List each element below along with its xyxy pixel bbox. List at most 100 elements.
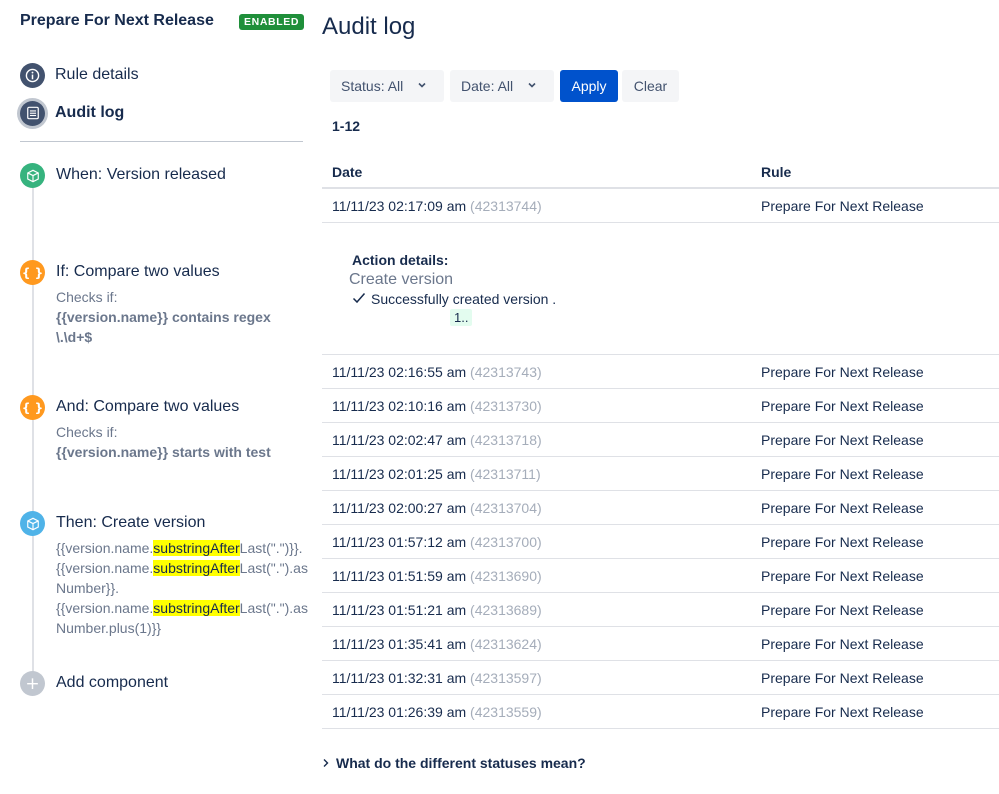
status-badge: ENABLED <box>239 14 304 30</box>
row-rule: Prepare For Next Release <box>761 636 924 652</box>
row-date: 11/11/23 01:51:21 am (42313689) <box>332 602 542 618</box>
row-id: (42313704) <box>470 500 542 516</box>
row-date: 11/11/23 01:26:39 am (42313559) <box>332 704 542 720</box>
braces-icon: { } <box>20 260 45 285</box>
action-status: Successfully created version . <box>352 291 556 307</box>
date-filter-label: Date: All <box>461 78 514 94</box>
component-description: Checks if: {{version.name}} starts with … <box>56 422 306 462</box>
component-trigger[interactable]: When: Version released <box>20 163 310 193</box>
sidebar-item-audit-log[interactable]: Audit log <box>20 100 124 126</box>
column-header-date: Date <box>332 164 363 180</box>
search-highlight: substringAfter <box>153 560 240 576</box>
row-rule: Prepare For Next Release <box>761 432 924 448</box>
row-rule: Prepare For Next Release <box>761 198 924 214</box>
row-id: (42313559) <box>470 704 542 720</box>
condition-text: {{version.name}} contains regex \.\d+$ <box>56 309 271 345</box>
table-row[interactable]: 11/11/23 01:35:41 am (42313624) Prepare … <box>322 627 999 661</box>
date-filter-dropdown[interactable]: Date: All <box>450 70 554 102</box>
divider <box>20 141 303 142</box>
row-id: (42313689) <box>470 602 542 618</box>
expression-line: {{version.name.substringAfterLast(".")}}… <box>56 540 303 556</box>
apply-button[interactable]: Apply <box>560 70 618 102</box>
component-action[interactable]: Then: Create version {{version.name.subs… <box>20 511 310 636</box>
audit-log-table: Date Rule 11/11/23 02:17:09 am (42313744… <box>322 154 999 729</box>
sidebar-item-label: Rule details <box>55 66 139 83</box>
component-expression: {{version.name.substringAfterLast(".")}}… <box>56 538 308 638</box>
search-highlight: substringAfter <box>153 540 240 556</box>
row-id: (42313718) <box>470 432 542 448</box>
table-row[interactable]: 11/11/23 02:16:55 am (42313743) Prepare … <box>322 355 999 389</box>
row-date: 11/11/23 02:00:27 am (42313704) <box>332 500 542 516</box>
row-id: (42313597) <box>470 670 542 686</box>
row-id: (42313700) <box>470 534 542 550</box>
component-title: Then: Create version <box>56 514 206 531</box>
package-icon <box>20 163 45 188</box>
table-row[interactable]: 11/11/23 01:57:12 am (42313700) Prepare … <box>322 525 999 559</box>
row-id: (42313730) <box>470 398 542 414</box>
expression-line: {{version.name.substringAfterLast(".").a… <box>56 600 308 616</box>
table-row[interactable]: 11/11/23 02:02:47 am (42313718) Prepare … <box>322 423 999 457</box>
table-row[interactable]: 11/11/23 01:51:21 am (42313689) Prepare … <box>322 593 999 627</box>
table-header: Date Rule <box>322 154 999 189</box>
table-row[interactable]: 11/11/23 01:26:39 am (42313559) Prepare … <box>322 695 999 729</box>
sidebar-item-label: Audit log <box>55 104 125 121</box>
row-id: (42313744) <box>470 198 542 214</box>
expression-line: {{version.name.substringAfterLast(".").a… <box>56 560 308 576</box>
chevron-down-icon <box>527 79 537 93</box>
row-rule: Prepare For Next Release <box>761 704 924 720</box>
table-row[interactable]: 11/11/23 02:10:16 am (42313730) Prepare … <box>322 389 999 423</box>
chevron-right-icon <box>322 756 330 771</box>
row-date: 11/11/23 01:51:59 am (42313690) <box>332 568 542 584</box>
row-rule: Prepare For Next Release <box>761 602 924 618</box>
list-icon <box>20 100 45 126</box>
table-row[interactable]: 11/11/23 02:00:27 am (42313704) Prepare … <box>322 491 999 525</box>
checks-label: Checks if: <box>56 424 118 440</box>
component-title: And: Compare two values <box>56 398 240 415</box>
row-date: 11/11/23 02:17:09 am (42313744) <box>332 198 542 214</box>
action-status-text: Successfully created version . <box>371 291 557 307</box>
component-title: If: Compare two values <box>56 263 220 280</box>
row-date: 11/11/23 01:32:31 am (42313597) <box>332 670 542 686</box>
rule-sidebar: Prepare For Next Release ENABLED Rule de… <box>0 0 312 794</box>
table-row[interactable]: 11/11/23 02:01:25 am (42313711) Prepare … <box>322 457 999 491</box>
info-icon <box>20 62 45 88</box>
condition-text: {{version.name}} starts with test <box>56 444 271 460</box>
table-row[interactable]: 11/11/23 02:17:09 am (42313744) Prepare … <box>322 189 999 223</box>
row-rule: Prepare For Next Release <box>761 466 924 482</box>
result-range: 1-12 <box>332 118 361 134</box>
table-row[interactable]: 11/11/23 01:32:31 am (42313597) Prepare … <box>322 661 999 695</box>
sidebar-item-rule-details[interactable]: Rule details <box>20 62 139 88</box>
add-component-button[interactable]: + Add component <box>20 671 310 699</box>
action-details-panel: Action details: Create version Successfu… <box>322 223 999 355</box>
expression-line: Number.plus(1)}} <box>56 620 162 636</box>
action-details-title: Action details: <box>352 252 449 268</box>
clear-button[interactable]: Clear <box>622 70 679 102</box>
row-id: (42313624) <box>470 636 542 652</box>
component-condition-if[interactable]: { } If: Compare two values Checks if: {{… <box>20 260 310 350</box>
checks-label: Checks if: <box>56 289 118 305</box>
row-rule: Prepare For Next Release <box>761 670 924 686</box>
component-title: When: Version released <box>56 166 226 183</box>
status-filter-dropdown[interactable]: Status: All <box>330 70 444 102</box>
statuses-help-toggle[interactable]: What do the different statuses mean? <box>322 755 586 771</box>
search-highlight: substringAfter <box>153 600 240 616</box>
row-rule: Prepare For Next Release <box>761 534 924 550</box>
row-id: (42313743) <box>470 364 542 380</box>
column-header-rule: Rule <box>761 164 792 180</box>
row-rule: Prepare For Next Release <box>761 500 924 516</box>
row-date: 11/11/23 02:01:25 am (42313711) <box>332 466 541 482</box>
component-description: Checks if: {{version.name}} contains reg… <box>56 287 306 347</box>
checkmark-icon <box>352 291 366 307</box>
component-condition-and[interactable]: { } And: Compare two values Checks if: {… <box>20 395 310 465</box>
plus-icon: + <box>20 671 45 696</box>
rule-title: Prepare For Next Release <box>20 12 214 29</box>
version-lozenge: 1.. <box>450 309 473 326</box>
row-rule: Prepare For Next Release <box>761 364 924 380</box>
package-icon <box>20 511 45 536</box>
audit-log-panel: Audit log Status: All Date: All Apply Cl… <box>322 0 999 794</box>
table-row[interactable]: 11/11/23 01:51:59 am (42313690) Prepare … <box>322 559 999 593</box>
statuses-help-label: What do the different statuses mean? <box>336 755 586 771</box>
add-component-label: Add component <box>56 674 169 691</box>
row-date: 11/11/23 01:57:12 am (42313700) <box>332 534 542 550</box>
braces-icon: { } <box>20 395 45 420</box>
